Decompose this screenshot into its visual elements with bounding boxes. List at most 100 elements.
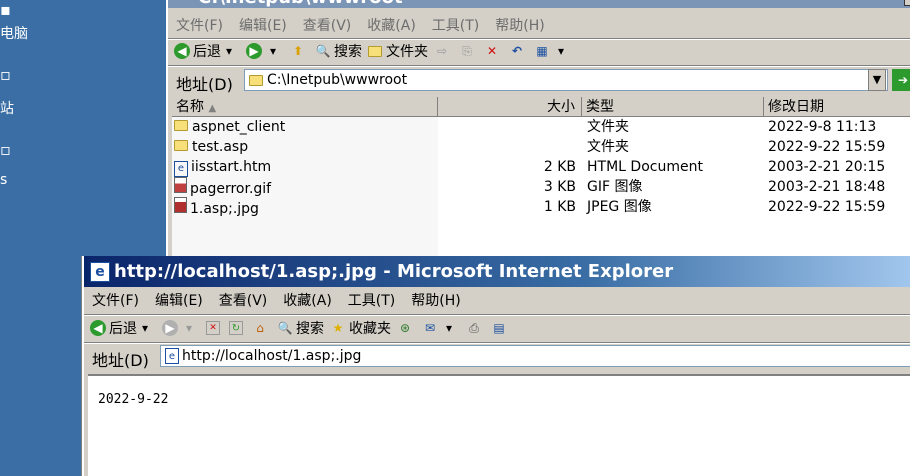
file-row[interactable]: 1.asp;.jpg 1 KB JPEG 图像 2022-9-22 15:59 [172,197,910,217]
search-icon: 🔍 [315,44,331,58]
move-to-button[interactable]: ⇨ [434,43,453,59]
up-folder-icon: ⬆ [292,44,304,58]
delete-button[interactable]: ✕ [484,43,503,59]
file-modified: 2022-9-22 15:59 [768,139,886,155]
address-dropdown-button[interactable]: ▼ [868,69,886,91]
dropdown-icon: ▾ [445,321,453,335]
star-icon: ★ [332,321,344,335]
column-header-modified[interactable]: 修改日期 [764,97,910,117]
dropdown-icon: ▾ [557,44,565,58]
menu-favorites[interactable]: 收藏(A) [283,290,332,310]
forward-button[interactable]: ▶ ▾ [246,43,284,59]
file-name: test.asp [192,139,249,155]
back-button[interactable]: ◀ 后退 ▾ [90,318,156,338]
search-button[interactable]: 🔍 搜索 [277,318,324,338]
desktop-label-computer[interactable]: 电脑 [0,23,28,43]
back-arrow-icon: ◀ [174,43,190,59]
file-modified: 2003-2-21 18:48 [768,179,886,195]
go-button[interactable]: ➔ [892,69,910,91]
desktop-label-s[interactable]: s [0,172,7,188]
refresh-icon: ↻ [229,321,243,335]
menu-file[interactable]: 文件(F) [176,15,223,35]
forward-button[interactable]: ▶ ▾ [162,320,200,336]
favorites-button[interactable]: ★ 收藏夹 [330,318,391,338]
address-value: C:\Inetpub\wwwroot [267,72,408,88]
folders-label: 文件夹 [386,44,428,60]
mail-button[interactable]: ✉ ▾ [422,320,460,336]
explorer-titlebar[interactable]: C:\Inetpub\wwwroot [168,0,910,8]
folders-button[interactable]: 文件夹 [368,41,428,61]
ie-titlebar[interactable]: e http://localhost/1.asp;.jpg - Microsof… [84,256,910,287]
file-type: 文件夹 [587,139,629,155]
edit-button[interactable]: ▤ [491,320,510,336]
back-label: 后退 [109,321,137,337]
undo-button[interactable]: ↶ [509,43,528,59]
file-list: 名称 ▲ 大小 类型 修改日期 aspnet_client 文件夹 2022-9… [172,97,910,267]
html-file-icon: e [174,161,188,177]
forward-arrow-icon: ▶ [246,43,262,59]
views-button[interactable]: ▦ ▾ [534,43,572,59]
file-row[interactable]: e iisstart.htm 2 KB HTML Document 2003-2-… [172,157,910,177]
print-icon: ⎙ [469,320,479,335]
computer-icon[interactable]: ▪ [0,0,14,20]
back-label: 后退 [193,44,221,60]
menu-file[interactable]: 文件(F) [92,290,139,310]
file-size: 3 KB [543,179,576,195]
folder-icon [174,120,188,131]
menu-help[interactable]: 帮助(H) [495,15,544,35]
home-button[interactable]: ⌂ [252,320,271,336]
gif-file-icon [174,177,187,193]
menu-tools[interactable]: 工具(T) [432,15,479,35]
column-header-type[interactable]: 类型 [582,97,764,117]
menu-view[interactable]: 查看(V) [303,15,352,35]
ie-menubar: 文件(F) 编辑(E) 查看(V) 收藏(A) 工具(T) 帮助(H) [84,288,469,312]
menu-edit[interactable]: 编辑(E) [239,15,287,35]
back-button[interactable]: ◀ 后退 ▾ [174,41,240,61]
media-button[interactable]: ⊛ [397,320,416,336]
file-row[interactable]: aspnet_client 文件夹 2022-9-8 11:13 [172,117,910,137]
home-icon: ⌂ [256,321,264,335]
ie-title: http://localhost/1.asp;.jpg - Microsoft … [114,261,674,282]
sort-ascending-icon: ▲ [208,103,217,114]
file-row[interactable]: test.asp 文件夹 2022-9-22 15:59 [172,137,910,157]
forward-arrow-icon: ▶ [162,320,178,336]
address-input[interactable]: C:\Inetpub\wwwroot [244,69,888,91]
address-value: http://localhost/1.asp;.jpg [182,348,362,364]
column-size-label: 大小 [547,99,575,115]
file-type: GIF 图像 [587,179,643,195]
chevron-down-icon: ▼ [872,73,882,86]
up-folder-button[interactable]: ⬆ [290,43,309,59]
column-header-size[interactable]: 大小 [438,97,582,117]
search-button[interactable]: 🔍 搜索 [315,41,362,61]
delete-icon: ✕ [486,44,498,58]
window-button-icon[interactable] [904,0,910,6]
desktop-shortcut-icon[interactable]: ▫ [0,140,14,160]
stop-button[interactable]: ✕ [206,321,223,335]
explorer-menubar: 文件(F) 编辑(E) 查看(V) 收藏(A) 工具(T) 帮助(H) [168,13,553,37]
file-modified: 2003-2-21 20:15 [768,159,886,175]
copy-to-button[interactable]: ⎘ [459,43,478,59]
menu-view[interactable]: 查看(V) [219,290,268,310]
address-label: 地址(D) [92,351,149,370]
print-button[interactable]: ⎙ [466,320,485,336]
menu-tools[interactable]: 工具(T) [348,290,395,310]
file-type: JPEG 图像 [587,199,652,215]
undo-icon: ↶ [511,44,523,58]
column-modified-label: 修改日期 [768,99,824,115]
dropdown-icon: ▾ [269,44,277,58]
dropdown-icon: ▾ [141,321,149,335]
file-row[interactable]: pagerror.gif 3 KB GIF 图像 2003-2-21 18:48 [172,177,910,197]
page-icon: e [165,348,179,364]
jpeg-file-icon [174,197,187,213]
menu-edit[interactable]: 编辑(E) [155,290,203,310]
search-label: 搜索 [296,321,324,337]
menu-favorites[interactable]: 收藏(A) [367,15,416,35]
desktop-shortcut-icon[interactable]: ▫ [0,65,14,85]
ie-address-bar: 地址(D) e http://localhost/1.asp;.jpg [84,343,910,371]
refresh-button[interactable]: ↻ [229,321,246,335]
desktop-label-site[interactable]: 站 [0,98,14,118]
address-input[interactable]: e http://localhost/1.asp;.jpg [160,345,910,367]
menu-help[interactable]: 帮助(H) [411,290,460,310]
column-header-name[interactable]: 名称 ▲ [172,97,438,117]
folder-icon [249,74,263,86]
